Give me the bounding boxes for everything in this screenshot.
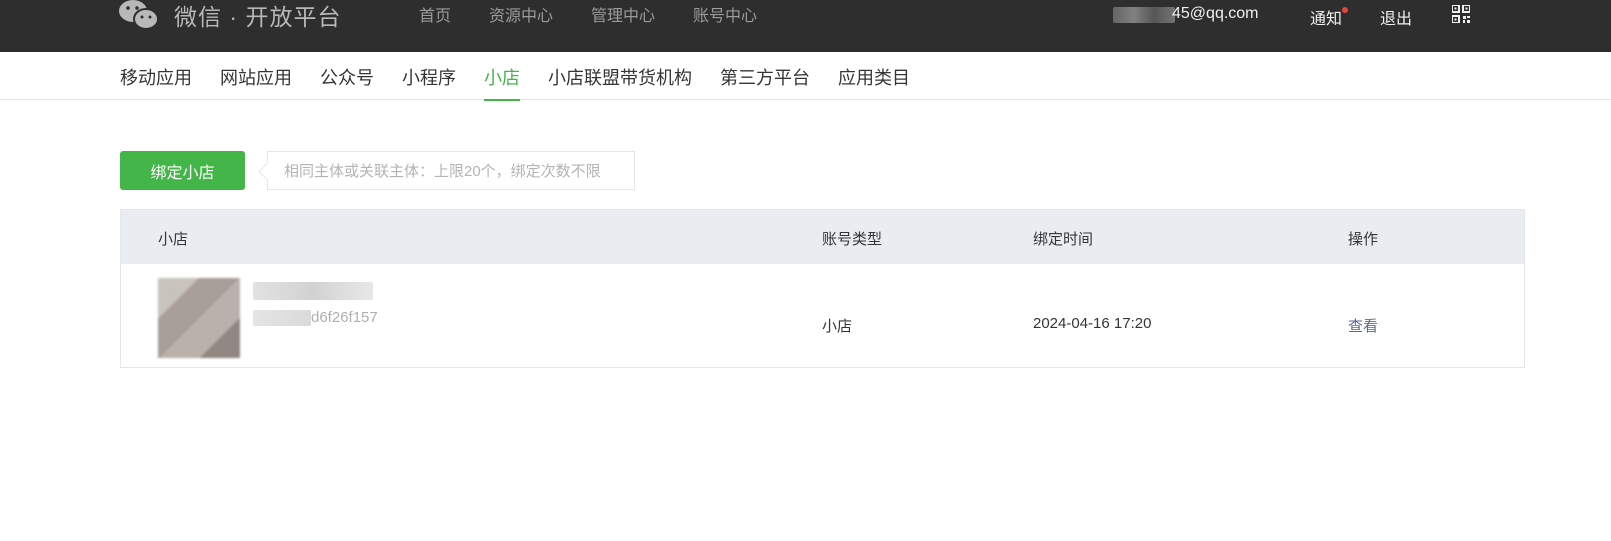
subnav-third-party[interactable]: 第三方平台 (720, 64, 810, 101)
brand-title: 微信 · 开放平台 (174, 4, 342, 30)
qrcode-icon[interactable] (1452, 5, 1470, 23)
shop-name-redacted (253, 282, 373, 300)
header-account-type: 账号类型 (822, 231, 883, 248)
top-bar: 微信 · 开放平台 首页 资源中心 管理中心 账号中心 45@qq.com 通知… (0, 0, 1611, 52)
subnav-shop-alliance[interactable]: 小店联盟带货机构 (548, 64, 692, 101)
subnav-app-category[interactable]: 应用类目 (838, 64, 910, 101)
notice-badge (1342, 7, 1348, 13)
bind-time-cell: 2024-04-16 17:20 (1033, 315, 1152, 332)
shop-avatar (158, 278, 240, 358)
top-nav-resources[interactable]: 资源中心 (489, 2, 553, 26)
account-email[interactable]: 45@qq.com (1172, 5, 1259, 23)
top-nav-account[interactable]: 账号中心 (693, 2, 757, 26)
subnav-mobile-app[interactable]: 移动应用 (120, 64, 192, 101)
logout-link[interactable]: 退出 (1380, 5, 1412, 29)
top-right-area: 45@qq.com 通知 退出 (991, 0, 1611, 30)
header-bind-time: 绑定时间 (1033, 231, 1094, 248)
top-nav-home[interactable]: 首页 (419, 2, 451, 26)
notice-link[interactable]: 通知 (1310, 5, 1342, 29)
email-redacted (1113, 7, 1175, 23)
top-nav: 首页 资源中心 管理中心 账号中心 (419, 2, 795, 26)
subnav-official-account[interactable]: 公众号 (320, 64, 374, 101)
sub-nav: 移动应用 网站应用 公众号 小程序 小店 小店联盟带货机构 第三方平台 应用类目 (0, 52, 1611, 101)
shop-id-suffix: d6f26f157 (311, 309, 378, 326)
account-type-cell: 小店 (822, 318, 853, 335)
shop-table: 小店 账号类型 绑定时间 操作 d6f26f157 小店 2024-04-16 … (120, 209, 1525, 368)
shop-id-redacted (253, 310, 311, 326)
wechat-logo-icon (119, 0, 159, 30)
header-shop: 小店 (158, 231, 189, 248)
view-link[interactable]: 查看 (1348, 315, 1378, 336)
subnav-shop[interactable]: 小店 (484, 64, 520, 101)
top-nav-management[interactable]: 管理中心 (591, 2, 655, 26)
bind-shop-button[interactable]: 绑定小店 (120, 151, 245, 190)
header-action: 操作 (1348, 231, 1379, 248)
logo[interactable]: 微信 · 开放平台 (118, 0, 341, 30)
table-row: d6f26f157 小店 2024-04-16 17:20 查看 (121, 264, 1524, 368)
subnav-website-app[interactable]: 网站应用 (220, 64, 292, 101)
subnav-mini-program[interactable]: 小程序 (402, 64, 456, 101)
bind-limit-tip: 相同主体或关联主体：上限20个，绑定次数不限 (267, 151, 635, 190)
table-header: 小店 账号类型 绑定时间 操作 (121, 210, 1524, 264)
